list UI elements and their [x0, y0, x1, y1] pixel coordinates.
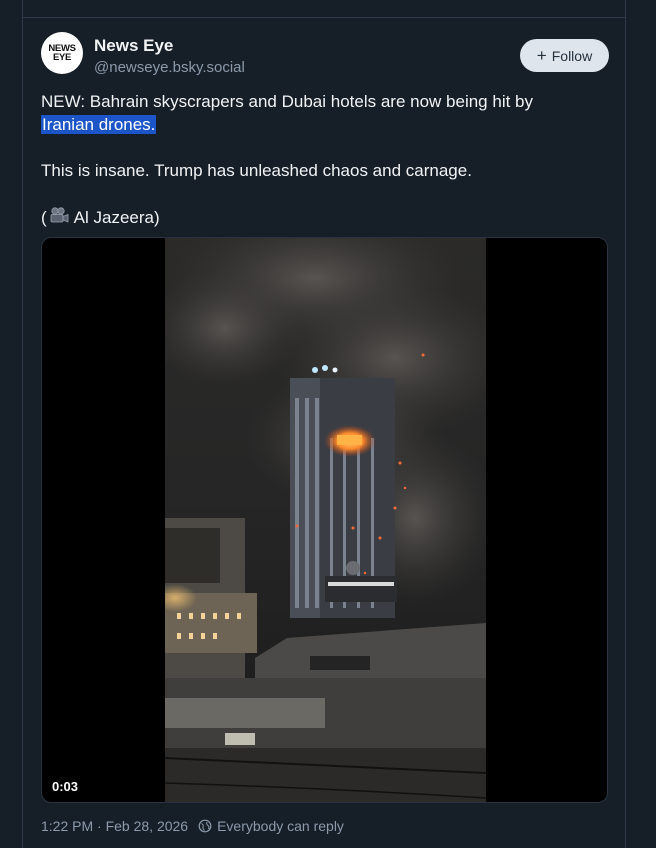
globe-icon: [198, 819, 212, 833]
plus-icon: +: [536, 46, 547, 65]
movie-camera-icon: [49, 207, 69, 229]
avatar-text-bottom: EYE: [52, 52, 72, 63]
author-display-name[interactable]: News Eye: [94, 36, 173, 56]
post-meta: 1:22 PM · Feb 28, 2026 Everybody can rep…: [41, 818, 344, 834]
reply-setting[interactable]: Everybody can reply: [217, 818, 344, 834]
post-text-line-4: ( Al Jazeera): [41, 207, 160, 229]
feed-border-right: [625, 0, 626, 848]
post-text-line-2: Iranian drones.: [41, 115, 157, 135]
post-text-line-3: This is insane. Trump has unleashed chao…: [41, 161, 472, 180]
post-timestamp[interactable]: 1:22 PM · Feb 28, 2026: [41, 818, 188, 834]
avatar[interactable]: NEWS EYE: [41, 32, 83, 74]
video-timecode: 0:03: [52, 779, 79, 794]
post: NEWS EYE News Eye @newseye.bsky.social +…: [23, 18, 625, 848]
selected-text: Iranian drones.: [41, 115, 157, 134]
video-frame: [165, 238, 486, 802]
source-open-paren: (: [41, 208, 47, 227]
author-handle[interactable]: @newseye.bsky.social: [94, 59, 245, 76]
video-player[interactable]: 0:03: [41, 237, 608, 803]
follow-label: Follow: [551, 47, 593, 64]
follow-button[interactable]: + Follow: [520, 39, 609, 72]
source-name: Al Jazeera): [73, 208, 160, 227]
post-text-line-1: NEW: Bahrain skyscrapers and Dubai hotel…: [41, 92, 533, 111]
